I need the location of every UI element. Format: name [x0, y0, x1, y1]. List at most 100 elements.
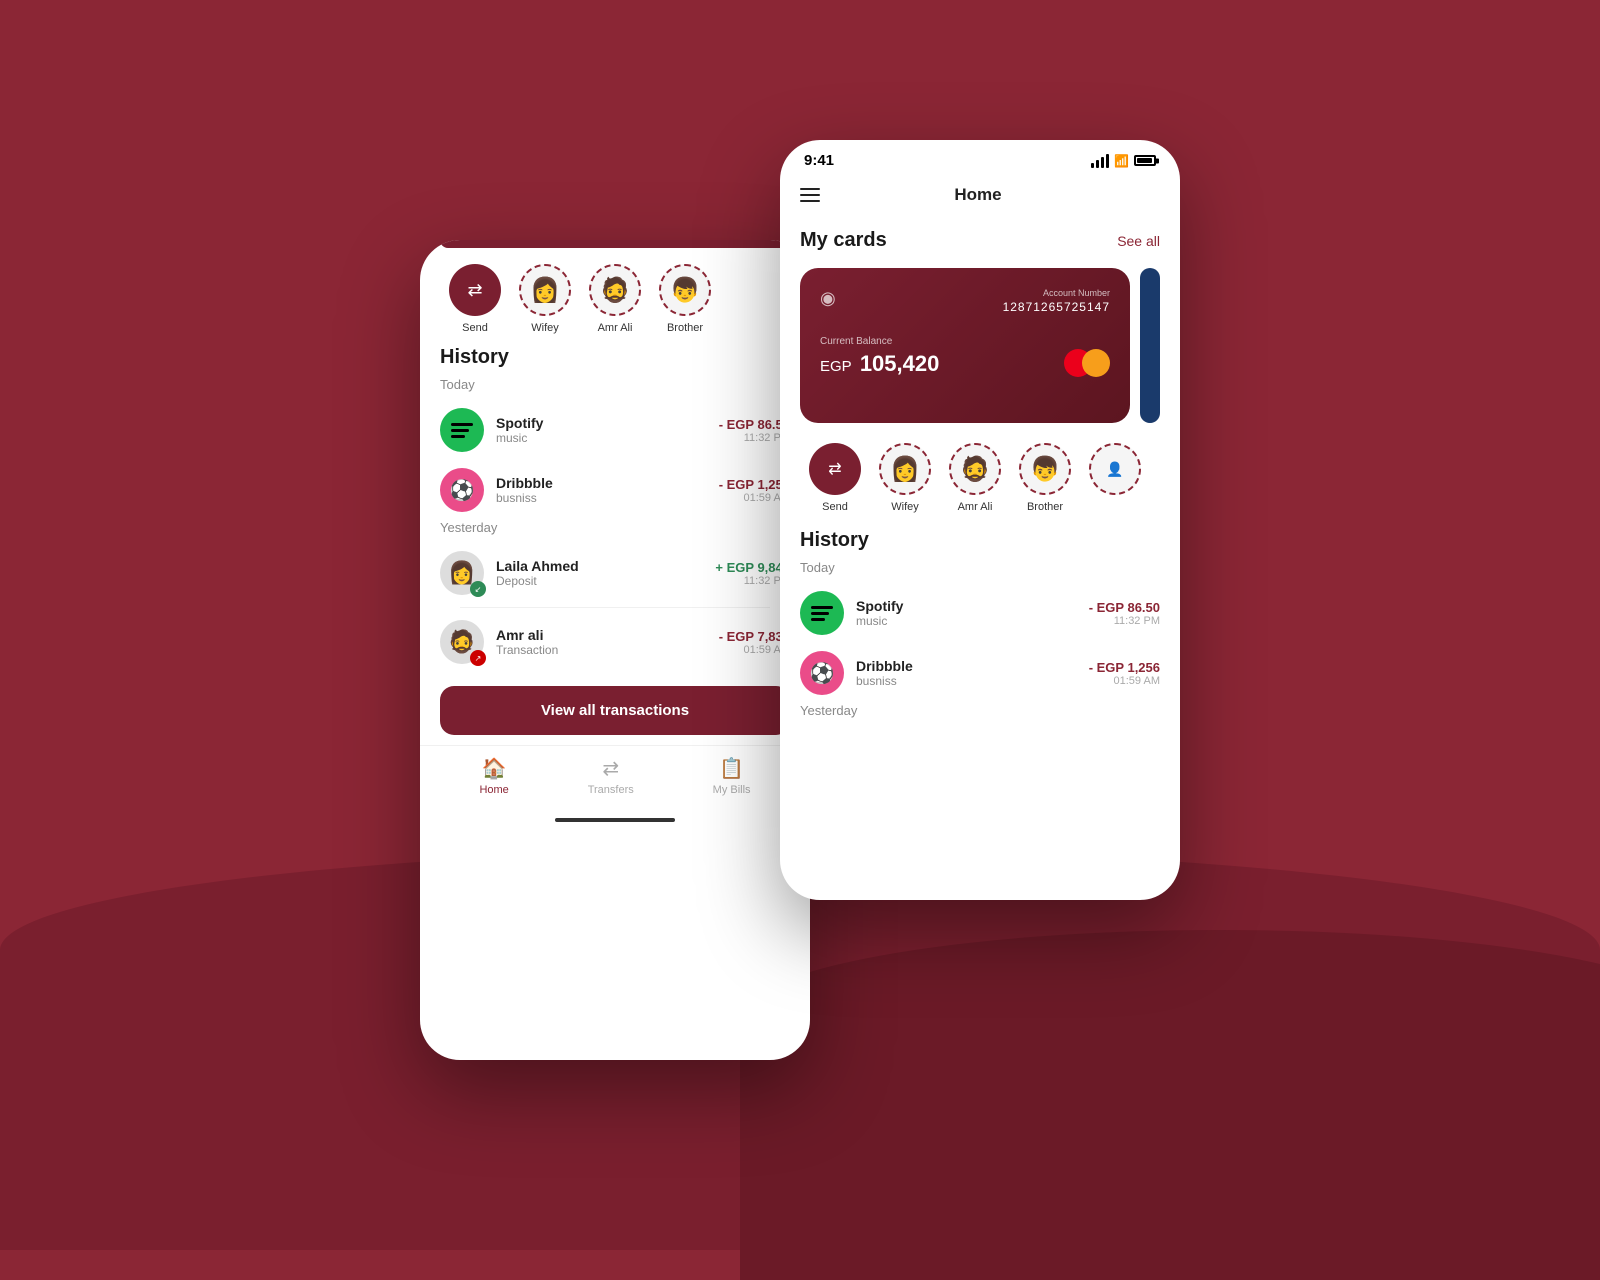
tx-amount-dribbble-right: - EGP 1,256	[1089, 660, 1160, 675]
wifey-avatar-right: 👩	[879, 443, 931, 495]
contact-wifey[interactable]: 👩 Wifey	[510, 264, 580, 334]
contact-amrali[interactable]: 🧔 Amr Ali	[580, 264, 650, 334]
tx-amount-block-laila-left: + EGP 9,843 11:32 PM	[715, 560, 790, 587]
tx-name-dribbble-left: Dribbble	[496, 475, 707, 491]
contact-label-amrali: Amr Ali	[598, 322, 633, 334]
wifi-icon: 📶	[1114, 154, 1129, 168]
history-right: History Today Spotify music - EGP 86.50	[780, 525, 1180, 730]
contact-wifey-right[interactable]: 👩 Wifey	[870, 443, 940, 513]
amrali-badge-left: ↗	[470, 650, 486, 666]
quick-contacts-right: ⇄ Send 👩 Wifey 🧔 Amr Ali 👦 Brother 👤	[780, 431, 1180, 525]
contact-send[interactable]: ⇄ Send	[440, 264, 510, 334]
tx-info-laila-left: Laila Ahmed Deposit	[496, 558, 703, 588]
tx-time-spotify-right: 11:32 PM	[1089, 615, 1160, 627]
contact-label-send: Send	[462, 322, 488, 334]
view-all-button[interactable]: View all transactions	[440, 686, 790, 735]
menu-button[interactable]	[800, 188, 820, 202]
contact-label-brother: Brother	[667, 322, 703, 334]
contact-brother-right[interactable]: 👦 Brother	[1010, 443, 1080, 513]
signal-bars	[1091, 154, 1109, 168]
tx-name-spotify-right: Spotify	[856, 598, 1077, 614]
menu-line2	[800, 194, 820, 196]
tx-info-spotify-left: Spotify music	[496, 415, 707, 445]
contact-label-brother-right: Brother	[1027, 501, 1063, 513]
app-header: Home	[780, 177, 1180, 221]
transfers-icon-left: ⇄	[602, 756, 619, 781]
left-phone: ⇄ Send 👩 Wifey 🧔 Amr Ali 👦 Brother	[420, 240, 810, 1060]
nfc-icon: ◉	[820, 288, 836, 309]
amrali-avatar-right: 🧔	[949, 443, 1001, 495]
tx-time-dribbble-right: 01:59 AM	[1089, 675, 1160, 687]
bottom-nav-left: 🏠 Home ⇄ Transfers 📋 My Bills	[420, 745, 810, 812]
tx-name-amrali-left: Amr ali	[496, 627, 707, 643]
more-avatar-right: 👤	[1089, 443, 1141, 495]
send-icon-right: ⇄	[828, 459, 841, 479]
home-indicator-left	[420, 812, 810, 828]
divider-left	[460, 607, 770, 608]
card-container: ◉ Account Number 12871265725147 Current …	[780, 260, 1180, 431]
tx-spotify-right: Spotify music - EGP 86.50 11:32 PM	[800, 583, 1160, 643]
send-avatar: ⇄	[449, 264, 501, 316]
tx-amount-spotify-right: - EGP 86.50	[1089, 600, 1160, 615]
tx-dribbble-left: ⚽ Dribbble busniss - EGP 1,256 01:59 AM	[440, 460, 790, 520]
nav-label-home-left: Home	[479, 784, 508, 796]
spotify-logo-left	[440, 408, 484, 452]
tx-info-dribbble-right: Dribbble busniss	[856, 658, 1077, 688]
day-yesterday-right: Yesterday	[800, 703, 1160, 718]
tx-laila-left: 👩 ↙ Laila Ahmed Deposit + EGP 9,843 11:3…	[440, 543, 790, 603]
bank-card: ◉ Account Number 12871265725147 Current …	[800, 268, 1130, 423]
contact-label-wifey: Wifey	[531, 322, 559, 334]
mastercard-logo	[1064, 349, 1110, 377]
account-number: 12871265725147	[1003, 300, 1110, 314]
tx-sub-dribbble-left: busniss	[496, 491, 707, 505]
tx-sub-dribbble-right: busniss	[856, 674, 1077, 688]
history-title-right: History	[800, 529, 1160, 552]
send-avatar-right: ⇄	[809, 443, 861, 495]
contact-amrali-right[interactable]: 🧔 Amr Ali	[940, 443, 1010, 513]
tx-dribbble-right: ⚽ Dribbble busniss - EGP 1,256 01:59 AM	[800, 643, 1160, 703]
tx-time-laila-left: 11:32 PM	[715, 575, 790, 587]
tx-name-dribbble-right: Dribbble	[856, 658, 1077, 674]
nav-bills-left[interactable]: 📋 My Bills	[713, 756, 751, 796]
home-bar-left	[555, 818, 675, 822]
nav-transfers-left[interactable]: ⇄ Transfers	[588, 756, 634, 796]
status-bar: 9:41 📶	[780, 140, 1180, 177]
right-phone: 9:41 📶 Home	[780, 140, 1180, 900]
tx-info-dribbble-left: Dribbble busniss	[496, 475, 707, 505]
card-bottom: Current Balance EGP 105,420	[820, 336, 1110, 377]
tx-sub-amrali-left: Transaction	[496, 643, 707, 657]
nav-label-bills-left: My Bills	[713, 784, 751, 796]
battery-fill	[1137, 158, 1152, 163]
amrali-avatar: 🧔	[589, 264, 641, 316]
card-peek	[1140, 268, 1160, 423]
bar2	[1096, 160, 1099, 168]
tx-info-spotify-right: Spotify music	[856, 598, 1077, 628]
bar1	[1091, 163, 1094, 168]
my-cards-header: My cards See all	[780, 221, 1180, 260]
balance-amount: EGP 105,420	[820, 351, 939, 377]
status-time: 9:41	[804, 152, 834, 169]
menu-line1	[800, 188, 820, 190]
balance-info: Current Balance EGP 105,420	[820, 336, 939, 377]
brother-avatar-right: 👦	[1019, 443, 1071, 495]
bills-icon-left: 📋	[719, 756, 744, 781]
menu-line3	[800, 200, 820, 202]
day-today-right: Today	[800, 560, 1160, 575]
balance-currency: EGP	[820, 358, 852, 375]
balance-value: 105,420	[860, 351, 940, 376]
contact-brother[interactable]: 👦 Brother	[650, 264, 720, 334]
see-all-button[interactable]: See all	[1117, 233, 1160, 249]
contact-send-right[interactable]: ⇄ Send	[800, 443, 870, 513]
my-cards-title: My cards	[800, 229, 887, 252]
wifey-avatar: 👩	[519, 264, 571, 316]
tx-info-amrali-left: Amr ali Transaction	[496, 627, 707, 657]
tx-sub-spotify-left: music	[496, 431, 707, 445]
history-left: History Today Spotify music	[420, 342, 810, 676]
contact-more-right[interactable]: 👤	[1080, 443, 1150, 513]
quick-contacts-left: ⇄ Send 👩 Wifey 🧔 Amr Ali 👦 Brother	[420, 248, 810, 342]
status-icons: 📶	[1091, 154, 1156, 168]
nav-home-left[interactable]: 🏠 Home	[479, 756, 508, 796]
battery-icon	[1134, 155, 1156, 166]
card-partial	[440, 240, 790, 248]
account-label: Account Number	[1003, 288, 1110, 298]
